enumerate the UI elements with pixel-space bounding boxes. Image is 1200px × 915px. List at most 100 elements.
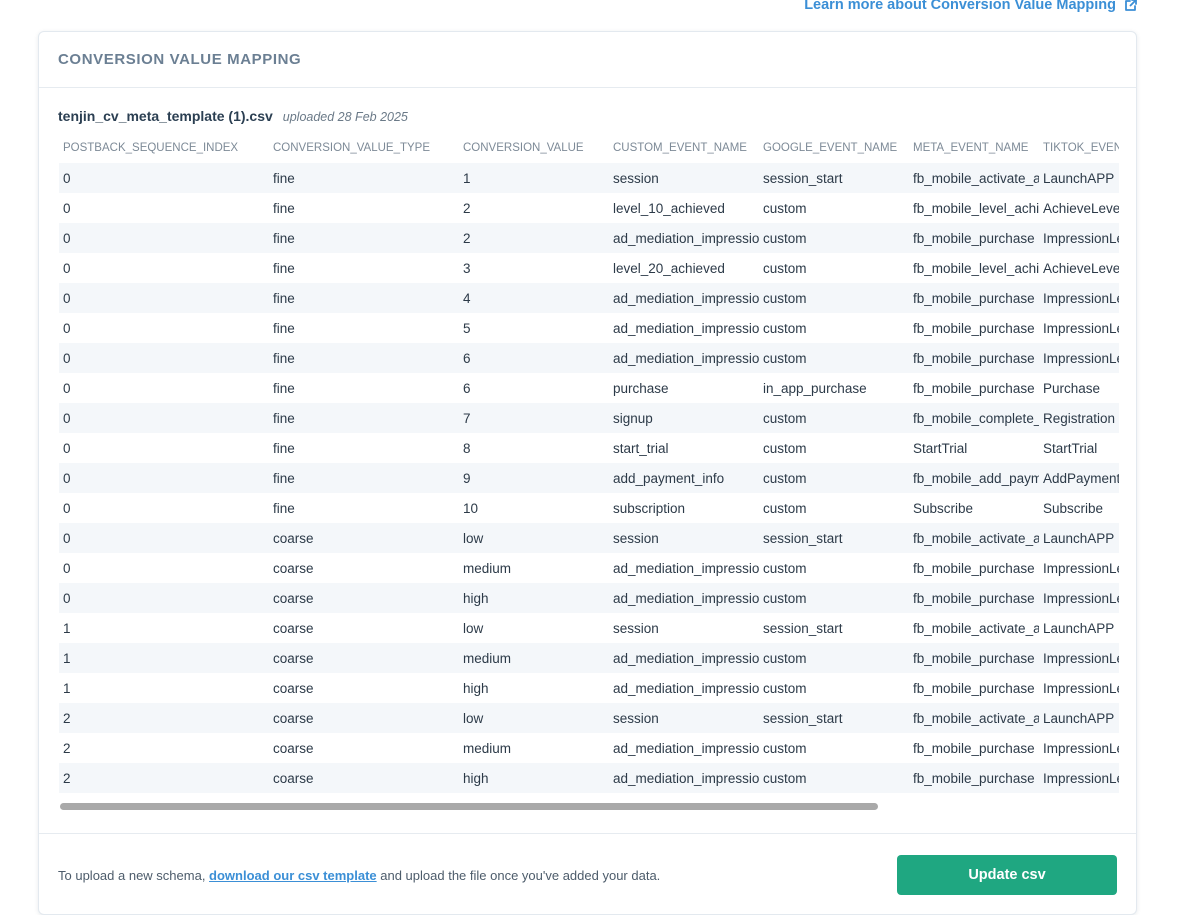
table-cell: 6: [459, 343, 609, 373]
table-cell: 6: [463, 380, 471, 396]
table-cell: 0: [59, 283, 269, 313]
table-row: 0 fine 5 ad_mediation_impression custom fb_mo…: [59, 313, 1119, 343]
table-cell: fb_mobile_purchase: [909, 283, 1039, 313]
table-cell: StartTrial: [913, 440, 968, 456]
table-cell: custom: [759, 463, 909, 493]
column-header: TIKTOK_EVENT_NAME: [1043, 142, 1119, 154]
table-cell: fine: [269, 163, 459, 193]
table-cell: ad_mediation_impression: [613, 320, 759, 336]
table-cell: ImpressionLevelAdRevenue: [1039, 763, 1119, 793]
table-cell: 0: [63, 260, 71, 276]
mapping-table: POSTBACK_SEQUENCE_INDEX CONVERSION_VALUE_…: [59, 133, 1119, 793]
table-row: 0 fine 10 subscription custom Subscribe Subscr…: [59, 493, 1119, 523]
table-cell: fb_mobile_purchase: [913, 560, 1035, 576]
table-cell: fine: [273, 380, 295, 396]
table-cell: ImpressionLevelAdRevenue: [1043, 560, 1119, 576]
table-cell: fb_mobile_purchase: [909, 643, 1039, 673]
table-row: 0 fine 7 signup custom fb_mobile_complete_ reg…: [59, 403, 1119, 433]
table-cell: 9: [459, 463, 609, 493]
table-cell: fine: [273, 200, 295, 216]
table-cell: 1: [63, 680, 71, 696]
table-cell: fine: [273, 260, 295, 276]
table-cell: StartTrial: [1043, 440, 1098, 456]
footer-text-after: and upload the file once you've added yo…: [376, 868, 661, 883]
table-cell: ad_mediation_impression: [613, 680, 759, 696]
table-cell: purchase: [613, 380, 669, 396]
table-cell: fine: [269, 343, 459, 373]
table-cell: 1: [63, 620, 71, 636]
table-cell: Purchase: [1043, 380, 1101, 396]
table-row: 0 coarse medium ad_mediation_impression cust…: [59, 553, 1119, 583]
table-cell: 0: [63, 560, 71, 576]
table-cell: fb_mobile_purchase: [909, 583, 1039, 613]
table-cell: level_10_achieved: [613, 200, 725, 216]
table-cell: fb_mobile_purchase: [909, 763, 1039, 793]
table-cell: session_start: [759, 163, 909, 193]
table-cell: 1: [59, 643, 269, 673]
table-row: 0 fine 3 level_20_achieved custom fb_mobile_l…: [59, 253, 1119, 283]
learn-more-link[interactable]: Learn more about Conversion Value Mappin…: [804, 0, 1138, 13]
table-cell: in_app_purchase: [763, 380, 867, 396]
table-cell: 0: [59, 583, 269, 613]
table-cell: ImpressionLevelAdRevenue: [1043, 740, 1119, 756]
table-cell: 0: [63, 500, 71, 516]
table-header: POSTBACK_SEQUENCE_INDEX CONVERSION_VALUE_…: [59, 133, 1119, 163]
table-cell: coarse: [269, 763, 459, 793]
table-cell: 2: [459, 223, 609, 253]
header-row: POSTBACK_SEQUENCE_INDEX CONVERSION_VALUE_…: [59, 133, 1119, 163]
table-cell: 0: [63, 380, 71, 396]
column-header: GOOGLE_EVENT_NAME: [763, 142, 898, 154]
table-cell: ad_mediation_impression: [609, 343, 759, 373]
table-cell: fb_mobile_activate_app: [909, 163, 1039, 193]
table-cell: session_start: [759, 703, 909, 733]
external-link-icon: [1125, 0, 1137, 11]
table-cell: high: [459, 763, 609, 793]
table-cell: fine: [273, 440, 295, 456]
table-cell: Subscribe: [913, 500, 974, 516]
table-row: 0 fine 4 ad_mediation_impression custom fb_mo…: [59, 283, 1119, 313]
table-row: 1 coarse low session session_start fb_mobile_…: [59, 613, 1119, 643]
table-cell: add_payment_info: [609, 463, 759, 493]
table-cell: AchieveLevel: [1043, 200, 1119, 216]
table-cell: 0: [63, 440, 71, 456]
table-cell: coarse: [269, 583, 459, 613]
table-cell: 0: [59, 223, 269, 253]
table-cell: ImpressionLevelAdRevenue: [1043, 680, 1119, 696]
card-header: CONVERSION VALUE MAPPING: [39, 32, 1136, 88]
column-header: CONVERSION_VALUE: [463, 142, 584, 154]
table-cell: coarse: [269, 523, 459, 553]
table-cell: session: [609, 163, 759, 193]
table-cell: ImpressionLevelAdRevenue: [1039, 583, 1119, 613]
table-cell: subscription: [613, 500, 686, 516]
table-cell: 0: [59, 163, 269, 193]
table-cell: AddPaymentInfo: [1039, 463, 1119, 493]
file-name: tenjin_cv_meta_template (1).csv: [58, 108, 273, 124]
table-row: 2 coarse medium ad_mediation_impression cust…: [59, 733, 1119, 763]
mapping-table-container: POSTBACK_SEQUENCE_INDEX CONVERSION_VALUE_…: [59, 133, 1119, 793]
horizontal-scrollbar[interactable]: [60, 803, 878, 810]
table-row: 0 fine 2 level_10_achieved custom fb_mobile_l…: [59, 193, 1119, 223]
card-title: CONVERSION VALUE MAPPING: [58, 51, 302, 68]
table-cell: ImpressionLevelAdRevenue: [1043, 320, 1119, 336]
table-cell: medium: [459, 643, 609, 673]
column-header: CUSTOM_EVENT_NAME: [613, 142, 747, 154]
table-cell: high: [459, 583, 609, 613]
table-cell: 0: [59, 523, 269, 553]
update-csv-button[interactable]: Update csv: [897, 855, 1117, 895]
download-template-link[interactable]: download our csv template: [209, 868, 377, 883]
table-cell: 0: [59, 463, 269, 493]
table-cell: 2: [63, 740, 71, 756]
table-row: 2 coarse high ad_mediation_impression custom…: [59, 763, 1119, 793]
table-row: 0 coarse low session session_start fb_mobile_…: [59, 523, 1119, 553]
table-row: 2 coarse low session session_start fb_mobile_…: [59, 703, 1119, 733]
table-cell: fine: [273, 320, 295, 336]
table-cell: fb_mobile_complete_registration: [909, 403, 1039, 433]
table-row: 1 coarse medium ad_mediation_impression cust…: [59, 643, 1119, 673]
table-cell: LaunchAPP: [1039, 703, 1119, 733]
upload-date: uploaded 28 Feb 2025: [282, 110, 408, 124]
table-cell: custom: [763, 320, 807, 336]
table-cell: 2: [59, 703, 269, 733]
table-cell: fine: [273, 500, 295, 516]
table-cell: 0: [63, 200, 71, 216]
table-cell: level_20_achieved: [613, 260, 725, 276]
